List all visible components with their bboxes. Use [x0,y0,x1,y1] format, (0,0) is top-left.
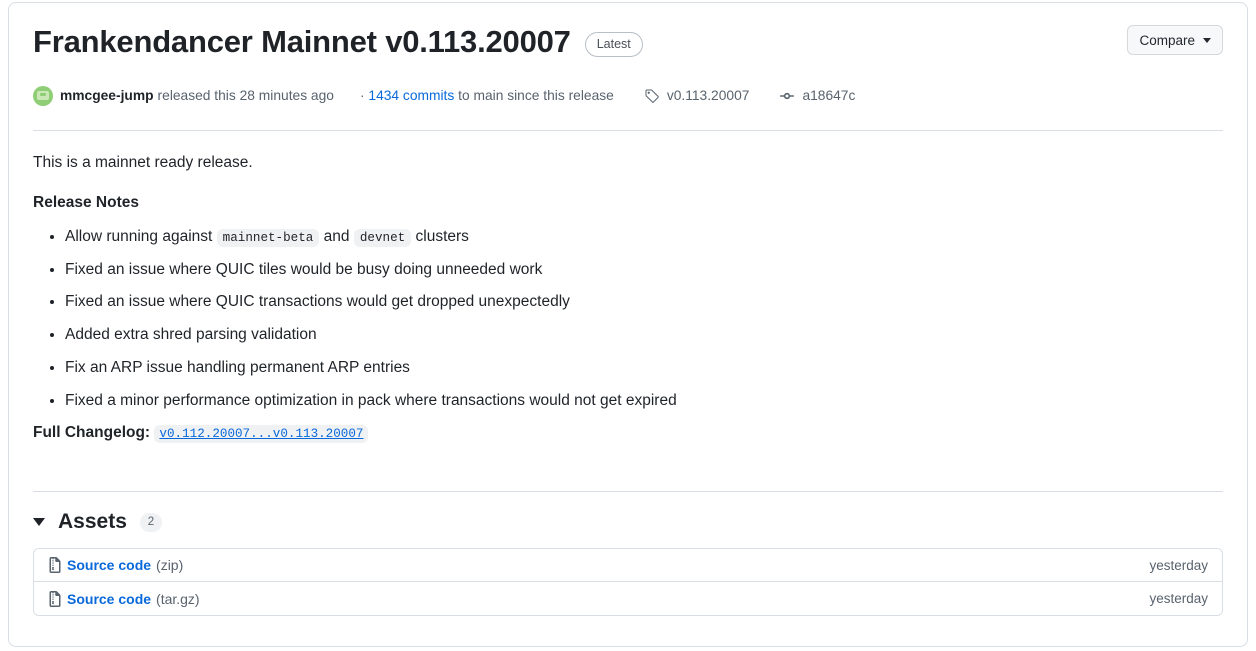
release-header: Frankendancer Mainnet v0.113.20007 Lates… [9,3,1247,62]
inline-code: mainnet-beta [216,228,320,247]
commits-link[interactable]: 1434 commits [368,88,454,103]
release-body: This is a mainnet ready release. Release… [9,131,1247,468]
asset-extension: (zip) [156,557,184,574]
tag-meta[interactable]: v0.113.20007 [644,88,750,104]
latest-badge: Latest [584,31,643,57]
release-note-item: Allow running against mainnet-beta and d… [65,225,1223,248]
asset-extension: (tar.gz) [156,590,200,607]
compare-button-label: Compare [1139,32,1195,48]
release-note-text: Allow running against [65,227,217,245]
file-zip-icon [49,590,61,607]
chevron-down-icon [1203,37,1211,43]
triangle-down-icon [33,518,45,527]
release-notes-list: Allow running against mainnet-beta and d… [33,225,1223,412]
release-card: Frankendancer Mainnet v0.113.20007 Lates… [8,2,1248,647]
assets-toggle[interactable]: Assets 2 [33,510,1223,534]
full-changelog-label: Full Changelog: [33,424,151,442]
git-commit-icon [780,92,795,99]
asset-link[interactable]: Source code (tar.gz) [46,590,200,607]
release-note-item: Fixed a minor performance optimization i… [65,389,1223,412]
commit-meta[interactable]: a18647c [779,88,855,104]
release-note-text: clusters [411,227,469,245]
asset-link[interactable]: Source code (zip) [46,557,184,574]
release-meta: mmcgee-jump released this 28 minutes ago… [33,85,1223,106]
page-title: Frankendancer Mainnet v0.113.20007 [33,24,571,59]
asset-row[interactable]: Source code (zip) yesterday [34,549,1222,583]
title-line: Frankendancer Mainnet v0.113.20007 Lates… [33,23,1223,62]
assets-title: Assets [58,510,127,534]
file-zip-icon [49,557,61,574]
tag-icon [645,89,659,103]
compare-button[interactable]: Compare [1127,25,1223,55]
full-changelog-line: Full Changelog: v0.112.20007...v0.113.20… [33,421,1223,445]
asset-date: yesterday [1149,591,1208,607]
full-changelog-link[interactable]: v0.112.20007...v0.113.20007 [154,425,369,444]
commit-sha-label: a18647c [802,88,856,104]
release-note-text: Fixed a minor performance optimization i… [65,391,677,409]
release-note-item: Added extra shred parsing validation [65,323,1223,346]
assets-count-badge: 2 [139,512,162,532]
release-note-text: Added extra shred parsing validation [65,326,317,344]
asset-name[interactable]: Source code [67,557,151,573]
avatar [33,85,53,106]
release-note-item: Fix an ARP issue handling permanent ARP … [65,356,1223,379]
commits-suffix-text: to main since this release [458,88,614,104]
release-note-text: and [319,227,354,245]
release-note-item: Fixed an issue where QUIC tiles would be… [65,258,1223,281]
assets-section: Assets 2 Source code (zip) yesterday Source… [9,492,1247,638]
tag-label: v0.113.20007 [666,88,750,104]
release-note-text: Fix an ARP issue handling permanent ARP … [65,358,410,376]
assets-list: Source code (zip) yesterday Source code (tar… [33,548,1223,617]
author-name[interactable]: mmcgee-jump [60,88,154,103]
release-intro-text: This is a mainnet ready release. [33,153,253,171]
released-time-text: released this 28 minutes ago [157,88,334,104]
release-notes-heading: Release Notes [33,193,139,211]
asset-name[interactable]: Source code [67,591,151,607]
asset-row[interactable]: Source code (tar.gz) yesterday [34,582,1222,616]
release-note-item: Fixed an issue where QUIC transactions w… [65,290,1223,313]
inline-code: devnet [353,228,412,247]
release-note-text: Fixed an issue where QUIC transactions w… [65,293,570,311]
release-note-text: Fixed an issue where QUIC tiles would be… [65,260,543,278]
asset-date: yesterday [1149,557,1208,573]
